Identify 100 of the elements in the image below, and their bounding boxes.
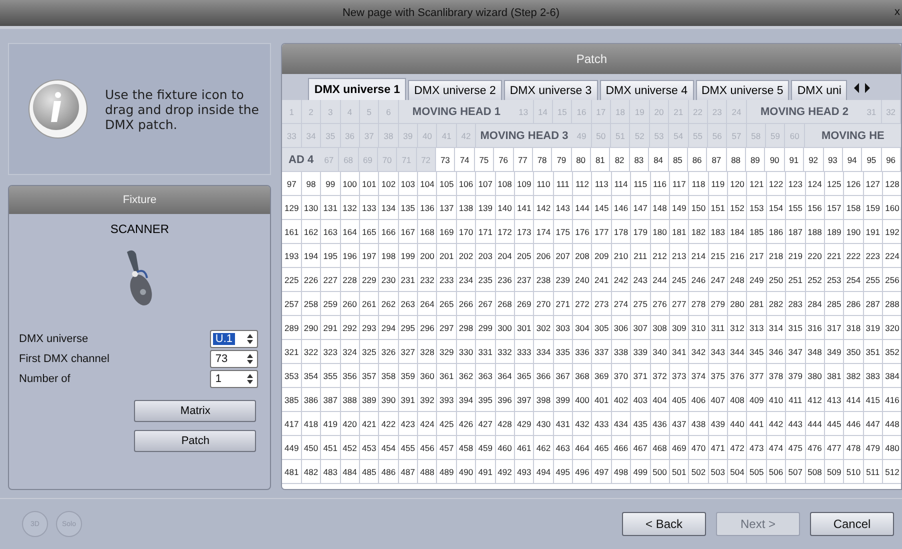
channel-cell[interactable]: 190 (844, 220, 864, 244)
channel-cell[interactable]: 404 (650, 388, 670, 412)
channel-cell[interactable]: 83 (630, 148, 650, 172)
channel-cell[interactable]: 434 (612, 412, 632, 436)
channel-cell[interactable]: 337 (592, 340, 612, 364)
channel-cell[interactable]: 451 (321, 436, 341, 460)
spin-field[interactable]: U.1 (210, 330, 258, 348)
channel-cell[interactable]: 106 (456, 172, 476, 196)
channel-cell[interactable]: 437 (670, 412, 690, 436)
channel-cell[interactable]: 187 (786, 220, 806, 244)
channel-cell[interactable]: 260 (340, 292, 360, 316)
universe-tab[interactable]: DMX universe 4 (600, 80, 694, 100)
channel-cell[interactable]: 306 (612, 316, 632, 340)
channel-cell[interactable]: 101 (360, 172, 380, 196)
channel-cell[interactable]: 331 (476, 340, 496, 364)
channel-cell[interactable]: 324 (340, 340, 360, 364)
channel-cell[interactable]: 503 (708, 460, 728, 484)
channel-cell[interactable]: 222 (844, 244, 864, 268)
channel-cell[interactable]: 400 (573, 388, 592, 412)
channel-cell[interactable]: 365 (514, 364, 534, 388)
channel-cell[interactable]: 305 (592, 316, 612, 340)
channel-cell[interactable]: 301 (514, 316, 534, 340)
channel-cell[interactable]: 104 (418, 172, 438, 196)
channel-cell[interactable]: 326 (379, 340, 399, 364)
channel-cell[interactable]: 372 (650, 364, 670, 388)
channel-cell[interactable]: 511 (864, 460, 884, 484)
channel-cell[interactable]: 271 (554, 292, 574, 316)
channel-cell[interactable]: 278 (689, 292, 709, 316)
channel-cell[interactable]: 427 (476, 412, 496, 436)
channel-cell[interactable]: 462 (534, 436, 554, 460)
channel-cell[interactable]: 88 (726, 148, 746, 172)
channel-cell[interactable]: 220 (806, 244, 825, 268)
channel-cell[interactable]: 465 (592, 436, 612, 460)
channel-cell[interactable]: 303 (554, 316, 574, 340)
panel-button[interactable]: Patch (134, 430, 256, 452)
channel-cell[interactable]: 474 (766, 436, 786, 460)
channel-cell[interactable]: 178 (612, 220, 632, 244)
channel-cell[interactable]: 328 (418, 340, 438, 364)
channel-cell[interactable]: 168 (418, 220, 438, 244)
channel-cell[interactable]: 156 (806, 196, 825, 220)
channel-cell[interactable]: 444 (806, 412, 825, 436)
channel-cell[interactable]: 175 (554, 220, 574, 244)
channel-cell[interactable]: 392 (418, 388, 438, 412)
channel-cell[interactable]: 206 (534, 244, 554, 268)
channel-cell[interactable]: 213 (670, 244, 690, 268)
channel-cell[interactable]: 453 (360, 436, 380, 460)
channel-cell[interactable]: 418 (302, 412, 322, 436)
channel-cell[interactable]: 266 (456, 292, 476, 316)
channel-cell[interactable]: 272 (573, 292, 592, 316)
channel-cell[interactable]: 84 (649, 148, 668, 172)
channel-cell[interactable]: 363 (476, 364, 496, 388)
channel-cell[interactable]: 140 (496, 196, 515, 220)
channel-cell[interactable]: 463 (554, 436, 574, 460)
channel-cell[interactable]: 292 (340, 316, 360, 340)
channel-cell[interactable]: 468 (650, 436, 670, 460)
channel-cell[interactable]: 118 (689, 172, 709, 196)
channel-cell[interactable]: 319 (864, 316, 884, 340)
channel-cell[interactable]: 281 (747, 292, 767, 316)
universe-tab[interactable]: DMX uni (791, 80, 848, 100)
fixture-label[interactable]: MOVING HEAD 1 (398, 100, 514, 124)
channel-cell[interactable]: 450 (302, 436, 322, 460)
channel-cell[interactable]: 358 (379, 364, 399, 388)
channel-cell[interactable]: 464 (573, 436, 592, 460)
channel-cell[interactable]: 311 (708, 316, 728, 340)
channel-cell[interactable]: 489 (437, 460, 457, 484)
channel-cell[interactable]: 333 (514, 340, 534, 364)
channel-cell[interactable]: 508 (806, 460, 825, 484)
channel-cell[interactable]: 184 (728, 220, 748, 244)
channel-cell[interactable]: 176 (573, 220, 592, 244)
channel-cell[interactable]: 403 (631, 388, 651, 412)
channel-cell[interactable]: 402 (612, 388, 632, 412)
channel-cell[interactable]: 234 (456, 268, 476, 292)
channel-cell[interactable]: 298 (456, 316, 476, 340)
channel-cell[interactable]: 280 (728, 292, 748, 316)
channel-cell[interactable]: 406 (689, 388, 709, 412)
channel-cell[interactable]: 186 (766, 220, 786, 244)
channel-cell[interactable]: 457 (437, 436, 457, 460)
channel-cell[interactable]: 96 (882, 148, 901, 172)
channel-cell[interactable]: 420 (340, 412, 360, 436)
channel-cell[interactable]: 330 (456, 340, 476, 364)
channel-cell[interactable]: 417 (282, 412, 302, 436)
channel-cell[interactable]: 163 (321, 220, 341, 244)
channel-cell[interactable]: 89 (746, 148, 766, 172)
channel-cell[interactable]: 359 (398, 364, 418, 388)
channel-cell[interactable]: 367 (554, 364, 574, 388)
channel-cell[interactable]: 259 (321, 292, 341, 316)
channel-cell[interactable]: 439 (708, 412, 728, 436)
channel-cell[interactable]: 167 (398, 220, 418, 244)
channel-cell[interactable]: 139 (476, 196, 496, 220)
channel-cell[interactable]: 132 (340, 196, 360, 220)
channel-cell[interactable]: 492 (496, 460, 515, 484)
channel-cell[interactable]: 440 (728, 412, 748, 436)
channel-cell[interactable]: 136 (418, 196, 438, 220)
wizard-button[interactable]: < Back (622, 512, 706, 536)
channel-cell[interactable]: 458 (456, 436, 476, 460)
channel-cell[interactable]: 248 (728, 268, 748, 292)
channel-cell[interactable]: 362 (456, 364, 476, 388)
channel-cell[interactable]: 294 (379, 316, 399, 340)
channel-cell[interactable]: 252 (806, 268, 825, 292)
channel-cell[interactable]: 302 (534, 316, 554, 340)
